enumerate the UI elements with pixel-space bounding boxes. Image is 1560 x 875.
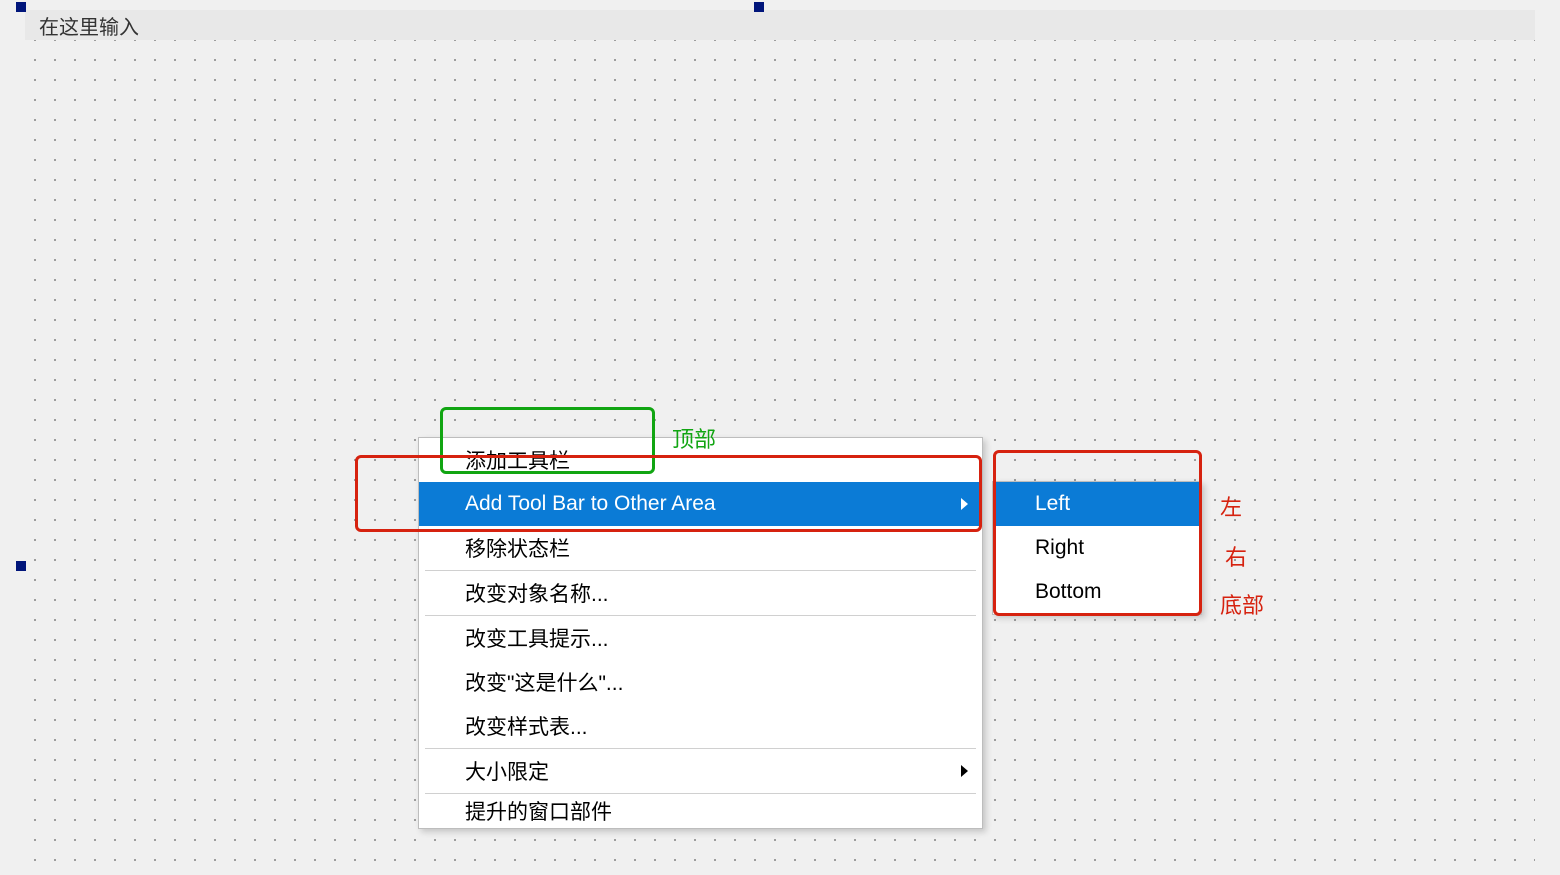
menu-item-label: 改变"这是什么"... [465, 667, 623, 697]
menu-strip-prompt: 在这里输入 [39, 11, 139, 40]
menu-item-size-limit[interactable]: 大小限定 [419, 749, 982, 793]
menu-item-label: 改变对象名称... [465, 578, 609, 608]
menu-item-label: Left [1035, 492, 1070, 516]
submenu-toolbar-area: Left Right Bottom [992, 481, 1202, 615]
submenu-item-right[interactable]: Right [993, 526, 1201, 570]
submenu-item-left[interactable]: Left [993, 482, 1201, 526]
menu-item-change-whatsthis[interactable]: 改变"这是什么"... [419, 660, 982, 704]
selection-handle-top-left[interactable] [16, 2, 26, 12]
menu-item-label: Bottom [1035, 580, 1102, 604]
menu-strip[interactable]: 在这里输入 [25, 10, 1535, 40]
menu-item-label: Add Tool Bar to Other Area [465, 492, 716, 516]
menu-item-change-stylesheet[interactable]: 改变样式表... [419, 704, 982, 748]
menu-item-label: 添加工具栏 [465, 445, 570, 475]
menu-item-add-toolbar-other[interactable]: Add Tool Bar to Other Area [419, 482, 982, 526]
menu-item-label: 改变样式表... [465, 711, 588, 741]
menu-item-change-object-name[interactable]: 改变对象名称... [419, 571, 982, 615]
submenu-arrow-icon [961, 765, 968, 777]
menu-item-label: 大小限定 [465, 756, 549, 786]
annotation-label-right: 右 [1225, 540, 1247, 572]
selection-handle-middle-left[interactable] [16, 561, 26, 571]
context-menu: 添加工具栏 Add Tool Bar to Other Area 移除状态栏 改… [418, 437, 983, 829]
menu-item-label: 改变工具提示... [465, 623, 609, 653]
annotation-label-left: 左 [1220, 490, 1242, 522]
submenu-item-bottom[interactable]: Bottom [993, 570, 1201, 614]
menu-item-remove-statusbar[interactable]: 移除状态栏 [419, 526, 982, 570]
menu-item-label: 提升的窗口部件 [465, 796, 612, 826]
submenu-arrow-icon [961, 498, 968, 510]
menu-item-label: 移除状态栏 [465, 533, 570, 563]
selection-handle-top-center[interactable] [754, 2, 764, 12]
menu-item-label: Right [1035, 536, 1084, 560]
menu-item-change-tooltip[interactable]: 改变工具提示... [419, 616, 982, 660]
annotation-label-top: 顶部 [672, 422, 716, 454]
menu-item-promote-widget[interactable]: 提升的窗口部件 [419, 794, 982, 828]
annotation-label-bottom: 底部 [1220, 588, 1264, 620]
